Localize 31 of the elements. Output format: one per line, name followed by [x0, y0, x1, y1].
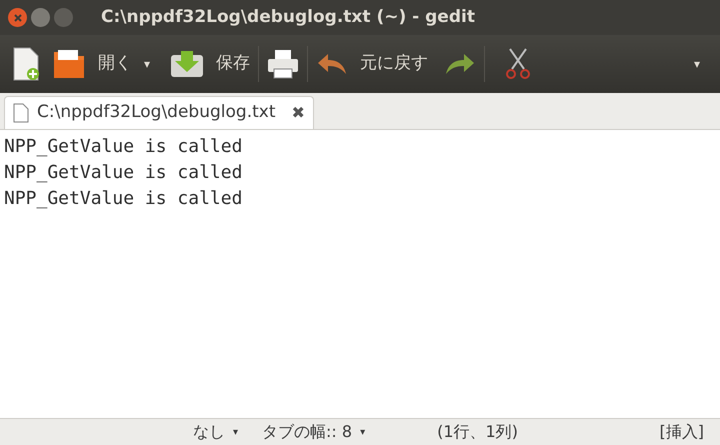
cut-button[interactable]: [505, 48, 532, 80]
close-tab-button[interactable]: ✖: [292, 101, 305, 125]
insert-mode: [挿入]: [660, 421, 704, 443]
print-button[interactable]: [267, 49, 300, 79]
new-file-icon: [12, 47, 40, 81]
language-menu[interactable]: なし ▾: [193, 420, 238, 444]
undo-arrow-icon: [316, 52, 348, 76]
close-icon: [14, 14, 22, 22]
redo-button[interactable]: [444, 52, 476, 76]
tab-width-menu[interactable]: タブの幅:: 8 ▾: [262, 420, 366, 444]
folder-icon: [52, 48, 86, 80]
save-icon: [170, 49, 204, 79]
window-title: C:\nppdf32Log\debuglog.txt (~) - gedit: [101, 6, 475, 29]
document-tab[interactable]: C:\nppdf32Log\debuglog.txt ✖: [4, 96, 314, 129]
minimize-button[interactable]: [31, 8, 50, 27]
undo-button[interactable]: 元に戻す: [316, 51, 428, 77]
printer-icon: [267, 49, 300, 79]
text-line: NPP_GetValue is called: [4, 135, 242, 159]
close-button[interactable]: [8, 8, 27, 27]
scissors-icon: [505, 48, 532, 80]
redo-arrow-icon: [444, 52, 476, 76]
document-icon: [13, 103, 29, 123]
text-line: NPP_GetValue is called: [4, 187, 242, 211]
save-button[interactable]: 保存: [170, 49, 250, 79]
open-menu-button[interactable]: ▾: [144, 56, 150, 72]
overflow-menu-button[interactable]: ▾: [694, 56, 700, 72]
text-line: NPP_GetValue is called: [4, 161, 242, 185]
tab-label: C:\nppdf32Log\debuglog.txt: [37, 101, 276, 124]
open-button[interactable]: 開く: [52, 48, 132, 80]
new-file-button[interactable]: [12, 47, 40, 81]
cursor-position: (1行、1列): [437, 421, 518, 443]
